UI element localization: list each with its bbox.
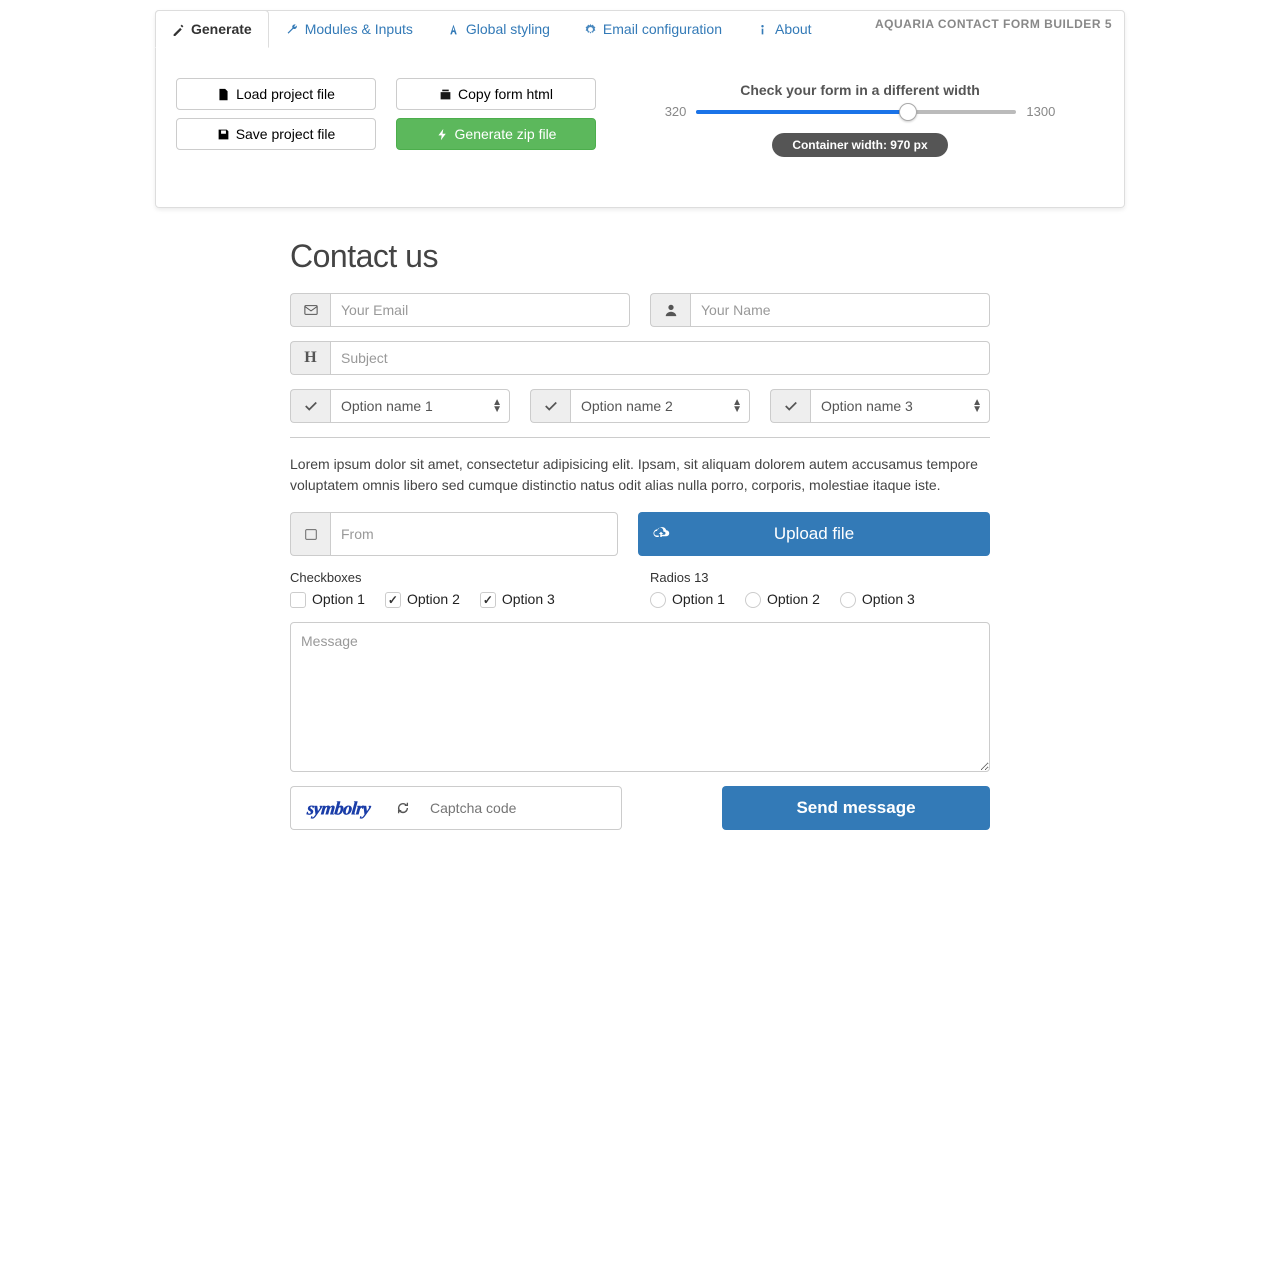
subject-group: H <box>290 341 990 375</box>
file-icon <box>217 88 230 101</box>
radio-option-2[interactable]: Option 2 <box>745 591 820 608</box>
load-project-button[interactable]: Load project file <box>176 78 376 110</box>
checkboxes-label: Checkboxes <box>290 570 630 585</box>
tab-styling[interactable]: Global styling <box>430 10 567 48</box>
magic-icon <box>172 23 185 36</box>
tab-generate[interactable]: Generate <box>155 10 269 48</box>
select-3[interactable]: Option name 3 <box>810 389 990 423</box>
check-icon <box>544 399 558 413</box>
slider-min: 320 <box>665 104 687 119</box>
email-group <box>290 293 630 327</box>
message-textarea[interactable] <box>290 622 990 772</box>
calendar-icon <box>304 527 318 541</box>
checkbox-option-1[interactable]: Option 1 <box>290 591 365 608</box>
checkbox-option-3[interactable]: Option 3 <box>480 591 555 608</box>
tab-modules[interactable]: Modules & Inputs <box>269 10 430 48</box>
tab-email[interactable]: Email configuration <box>567 10 739 48</box>
email-input[interactable] <box>330 293 630 327</box>
slider-max: 1300 <box>1026 104 1055 119</box>
slider-title: Check your form in a different width <box>616 82 1104 98</box>
cloud-upload-icon <box>652 525 670 543</box>
tab-about[interactable]: About <box>739 10 829 48</box>
select-2[interactable]: Option name 2 <box>570 389 750 423</box>
wrench-icon <box>286 23 299 36</box>
save-icon <box>217 128 230 141</box>
name-input[interactable] <box>690 293 990 327</box>
copy-icon <box>439 88 452 101</box>
subject-input[interactable] <box>330 341 990 375</box>
width-badge: Container width: 970 px <box>772 133 947 157</box>
radio-option-1[interactable]: Option 1 <box>650 591 725 608</box>
builder-panel: AQUARIA CONTACT FORM BUILDER 5 Generate … <box>155 10 1125 208</box>
upload-file-button[interactable]: Upload file <box>638 512 990 556</box>
save-project-button[interactable]: Save project file <box>176 118 376 150</box>
slider-thumb[interactable] <box>899 103 917 121</box>
captcha-input[interactable] <box>420 786 622 830</box>
captcha-image: symbolry <box>290 786 386 830</box>
check-icon <box>784 399 798 413</box>
check-icon <box>304 399 318 413</box>
generate-zip-button[interactable]: Generate zip file <box>396 118 596 150</box>
divider <box>290 437 990 438</box>
heading-icon: H <box>304 349 316 367</box>
bolt-icon <box>436 128 449 141</box>
captcha-refresh-button[interactable] <box>386 786 420 830</box>
radios-label: Radios 13 <box>650 570 990 585</box>
select-1[interactable]: Option name 1 <box>330 389 510 423</box>
form-heading: Contact us <box>290 238 990 275</box>
description-text: Lorem ipsum dolor sit amet, consectetur … <box>290 454 990 496</box>
name-group <box>650 293 990 327</box>
user-icon <box>664 303 678 317</box>
copy-html-button[interactable]: Copy form html <box>396 78 596 110</box>
send-message-button[interactable]: Send message <box>722 786 990 830</box>
envelope-icon <box>304 303 318 317</box>
font-icon <box>447 23 460 36</box>
form-preview: Contact us H Option name 1 ▲▼ <box>290 238 990 830</box>
radio-option-3[interactable]: Option 3 <box>840 591 915 608</box>
gear-icon <box>584 23 597 36</box>
refresh-icon <box>396 801 410 815</box>
from-date-input[interactable] <box>330 512 618 556</box>
width-slider[interactable] <box>696 110 1016 114</box>
date-group <box>290 512 618 556</box>
info-icon <box>756 23 769 36</box>
checkbox-option-2[interactable]: Option 2 <box>385 591 460 608</box>
brand-label: AQUARIA CONTACT FORM BUILDER 5 <box>875 17 1112 31</box>
